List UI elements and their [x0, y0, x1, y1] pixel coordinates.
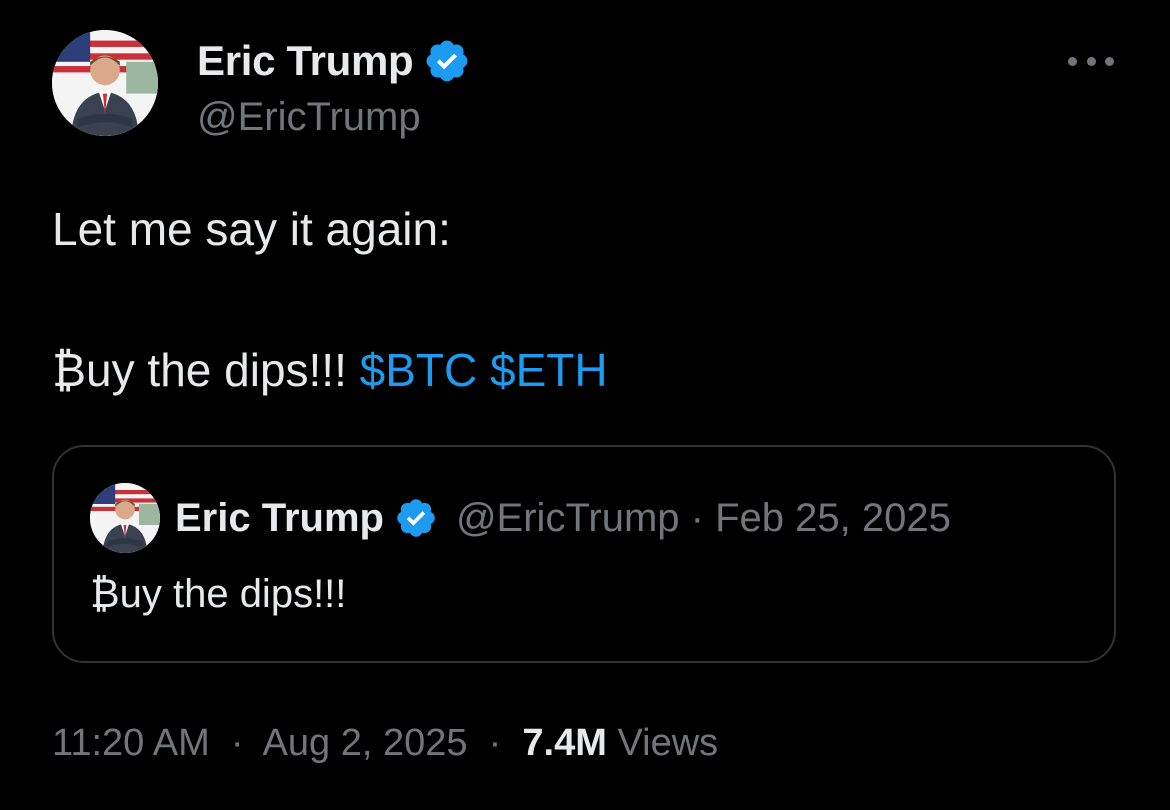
author-avatar[interactable] — [52, 30, 158, 136]
tweet-time[interactable]: 11:20 AM — [52, 722, 210, 764]
tweet-text-content: ₿uy the dips!!! — [52, 344, 347, 396]
author-handle[interactable]: @EricTrump — [197, 95, 421, 140]
verified-badge-icon[interactable] — [423, 37, 471, 85]
quoted-tweet-text: ₿uy the dips!!! — [90, 572, 347, 616]
more-horizontal-icon[interactable] — [1068, 50, 1114, 72]
views-count: 7.4M — [522, 722, 607, 764]
cashtag-link[interactable]: $BTC — [360, 344, 478, 396]
avatar-image — [90, 483, 160, 553]
quoted-tweet-card[interactable] — [52, 445, 1116, 663]
more-dot — [1068, 56, 1077, 66]
meta-separator: · — [690, 495, 704, 540]
tweet-text-line2: ₿uy the dips!!! $BTC $ETH — [52, 343, 608, 397]
quoted-handle: @EricTrump — [455, 495, 680, 540]
quoted-date: Feb 25, 2025 — [715, 495, 951, 540]
cashtag-link[interactable]: $ETH — [490, 344, 608, 396]
avatar-image — [52, 30, 158, 136]
quoted-author-row: Eric Trump @EricTrump · Feb 25, 2025 — [175, 493, 951, 543]
quoted-author-avatar — [90, 483, 160, 553]
views-label: Views — [617, 722, 719, 764]
more-dot — [1105, 56, 1114, 66]
tweet-date[interactable]: Aug 2, 2025 — [263, 722, 468, 764]
tweet-text-line1: Let me say it again: — [52, 203, 451, 255]
author-display-name[interactable]: Eric Trump — [197, 37, 414, 85]
author-name-row[interactable]: Eric Trump — [197, 36, 471, 86]
quoted-display-name: Eric Trump — [175, 495, 384, 540]
more-dot — [1086, 56, 1096, 66]
verified-badge-icon — [394, 496, 438, 540]
meta-separator: · — [488, 722, 502, 764]
tweet-metadata: 11:20 AM · Aug 2, 2025 · 7.4M Views — [52, 722, 718, 765]
meta-separator: · — [230, 722, 244, 764]
